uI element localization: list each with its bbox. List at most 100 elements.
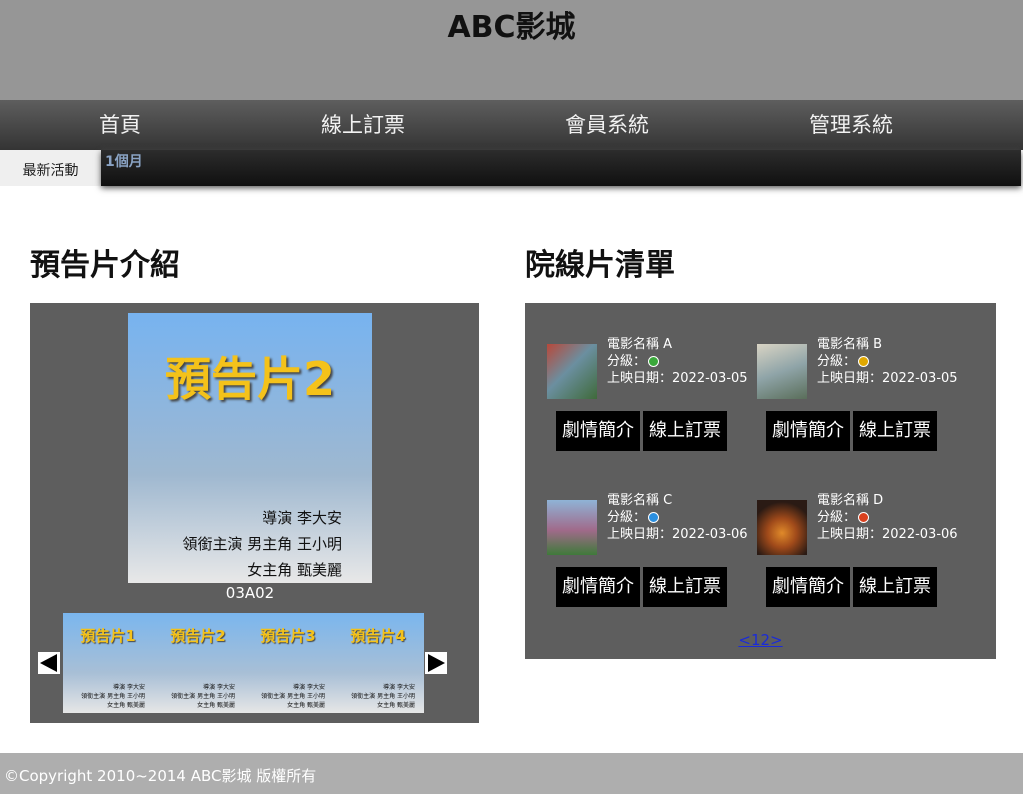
movie-name: 電影名稱 B (817, 337, 883, 352)
movie-info: 電影名稱 A 分級： 上映日期：2022-03-05 (607, 336, 748, 387)
rating-label: 分級： (817, 354, 857, 369)
news-marquee-text[interactable]: 1個月 (105, 151, 143, 171)
thumbnail-title: 預告片3 (260, 627, 316, 645)
movie-rating: 分級： (817, 509, 958, 526)
movie-info: 電影名稱 D 分級： 上映日期：2022-03-06 (817, 492, 958, 543)
movie-info: 電影名稱 B 分級： 上映日期：2022-03-05 (817, 336, 958, 387)
news-marquee: 1個月 (101, 150, 1021, 186)
arrow-right-icon (428, 654, 445, 672)
movie-name: 電影名稱 C (607, 493, 673, 508)
rating-restricted-icon (858, 512, 870, 523)
release-date: 2022-03-06 (882, 527, 958, 542)
rating-label: 分級： (607, 510, 647, 525)
thumbnail-credit-lead: 領銜主演 男主角 王小明 (261, 693, 325, 700)
arrow-left-icon (40, 654, 57, 672)
movie-release: 上映日期：2022-03-06 (607, 526, 748, 543)
rating-protected-icon (648, 512, 660, 523)
thumbnail-title: 預告片1 (80, 627, 136, 645)
thumbnail-title: 預告片2 (170, 627, 226, 645)
thumbnail-credits: 導演 李大安 領銜主演 男主角 王小明 女主角 甄美麗 (261, 683, 325, 710)
nav-item-online-booking[interactable]: 線上訂票 (243, 100, 483, 150)
rating-guidance-icon (858, 356, 870, 367)
movie-list-section-title: 院線片清單 (525, 248, 675, 283)
movie-poster-image[interactable] (757, 500, 807, 555)
nav-item-home[interactable]: 首頁 (0, 100, 240, 150)
book-ticket-button[interactable]: 線上訂票 (643, 411, 727, 451)
poster-credits: 導演 李大安 領銜主演 男主角 王小明 女主角 甄美麗 (182, 505, 342, 583)
release-label: 上映日期： (817, 527, 883, 542)
synopsis-button[interactable]: 劇情簡介 (556, 567, 640, 607)
release-label: 上映日期： (607, 527, 673, 542)
synopsis-button[interactable]: 劇情簡介 (556, 411, 640, 451)
trailer-thumbnail[interactable]: 預告片3 導演 李大安 領銜主演 男主角 王小明 女主角 甄美麗 (243, 613, 333, 713)
thumbnail-credit-lead: 領銜主演 男主角 王小明 (171, 693, 235, 700)
poster-credit-lead2: 女主角 甄美麗 (247, 561, 342, 579)
rating-label: 分級： (817, 510, 857, 525)
movie-name: 電影名稱 D (817, 493, 884, 508)
thumbnail-credits: 導演 李大安 領銜主演 男主角 王小明 女主角 甄美麗 (171, 683, 235, 710)
movie-info: 電影名稱 C 分級： 上映日期：2022-03-06 (607, 492, 748, 543)
movie-release: 上映日期：2022-03-06 (817, 526, 958, 543)
release-date: 2022-03-05 (672, 371, 748, 386)
site-footer: ©Copyright 2010~2014 ABC影城 版權所有 (0, 753, 1023, 794)
rating-label: 分級： (607, 354, 647, 369)
thumbnail-credit-director: 導演 李大安 (203, 684, 235, 691)
movie-card: 電影名稱 A 分級： 上映日期：2022-03-05 劇情簡介 線上訂票 (547, 336, 757, 456)
book-ticket-button[interactable]: 線上訂票 (643, 567, 727, 607)
trailer-thumbnail-strip: 預告片1 導演 李大安 領銜主演 男主角 王小明 女主角 甄美麗 預告片2 導演… (63, 613, 424, 713)
movie-rating: 分級： (607, 509, 748, 526)
site-header: ABC影城 (0, 0, 1023, 100)
movie-card: 電影名稱 C 分級： 上映日期：2022-03-06 劇情簡介 線上訂票 (547, 492, 757, 612)
news-bar: 最新活動 1個月 (0, 150, 1023, 186)
movie-list-panel: 電影名稱 A 分級： 上映日期：2022-03-05 劇情簡介 線上訂票 電影名… (525, 303, 996, 659)
trailer-panel: 預告片2 導演 李大安 領銜主演 男主角 王小明 女主角 甄美麗 03A02 預… (30, 303, 479, 723)
release-date: 2022-03-05 (882, 371, 958, 386)
trailer-thumbnail[interactable]: 預告片2 導演 李大安 領銜主演 男主角 王小明 女主角 甄美麗 (153, 613, 243, 713)
movie-rating: 分級： (817, 353, 958, 370)
trailer-thumbnail[interactable]: 預告片1 導演 李大安 領銜主演 男主角 王小明 女主角 甄美麗 (63, 613, 153, 713)
movie-poster-image[interactable] (547, 344, 597, 399)
trailer-code: 03A02 (225, 584, 275, 602)
trailer-poster[interactable]: 預告片2 導演 李大安 領銜主演 男主角 王小明 女主角 甄美麗 (128, 313, 372, 583)
nav-item-member-system[interactable]: 會員系統 (487, 100, 727, 150)
movie-poster-image[interactable] (547, 500, 597, 555)
synopsis-button[interactable]: 劇情簡介 (766, 567, 850, 607)
release-date: 2022-03-06 (672, 527, 748, 542)
movie-poster-image[interactable] (757, 344, 807, 399)
thumbnail-credit-director: 導演 李大安 (293, 684, 325, 691)
pagination-link[interactable]: <12> (738, 631, 782, 649)
movie-card: 電影名稱 D 分級： 上映日期：2022-03-06 劇情簡介 線上訂票 (757, 492, 967, 612)
thumbnail-credit-lead2: 女主角 甄美麗 (197, 702, 235, 709)
movie-card: 電影名稱 B 分級： 上映日期：2022-03-05 劇情簡介 線上訂票 (757, 336, 967, 456)
rating-general-icon (648, 356, 660, 367)
movie-release: 上映日期：2022-03-05 (607, 370, 748, 387)
prev-arrow-button[interactable] (38, 652, 60, 674)
thumbnail-credit-director: 導演 李大安 (113, 684, 145, 691)
nav-item-admin-system[interactable]: 管理系統 (731, 100, 971, 150)
trailer-thumbnail[interactable]: 預告片4 導演 李大安 領銜主演 男主角 王小明 女主角 甄美麗 (333, 613, 423, 713)
news-label: 最新活動 (0, 150, 101, 186)
copyright-text: ©Copyright 2010~2014 ABC影城 版權所有 (4, 767, 317, 785)
book-ticket-button[interactable]: 線上訂票 (853, 411, 937, 451)
movie-name: 電影名稱 A (607, 337, 673, 352)
book-ticket-button[interactable]: 線上訂票 (853, 567, 937, 607)
thumbnail-credit-lead: 領銜主演 男主角 王小明 (81, 693, 145, 700)
thumbnail-credit-lead2: 女主角 甄美麗 (287, 702, 325, 709)
thumbnail-credits: 導演 李大安 領銜主演 男主角 王小明 女主角 甄美麗 (351, 683, 415, 710)
thumbnail-title: 預告片4 (350, 627, 406, 645)
poster-credit-lead: 領銜主演 男主角 王小明 (182, 535, 342, 553)
movie-release: 上映日期：2022-03-05 (817, 370, 958, 387)
thumbnail-credit-lead: 領銜主演 男主角 王小明 (351, 693, 415, 700)
release-label: 上映日期： (607, 371, 673, 386)
thumbnail-credits: 導演 李大安 領銜主演 男主角 王小明 女主角 甄美麗 (81, 683, 145, 710)
poster-title: 預告片2 (164, 352, 335, 406)
thumbnail-credit-director: 導演 李大安 (383, 684, 415, 691)
main-nav: 首頁 線上訂票 會員系統 管理系統 (0, 100, 1023, 150)
thumbnail-credit-lead2: 女主角 甄美麗 (377, 702, 415, 709)
site-title: ABC影城 (447, 10, 576, 45)
next-arrow-button[interactable] (425, 652, 447, 674)
release-label: 上映日期： (817, 371, 883, 386)
poster-credit-director: 導演 李大安 (262, 509, 342, 527)
thumbnail-credit-lead2: 女主角 甄美麗 (107, 702, 145, 709)
synopsis-button[interactable]: 劇情簡介 (766, 411, 850, 451)
